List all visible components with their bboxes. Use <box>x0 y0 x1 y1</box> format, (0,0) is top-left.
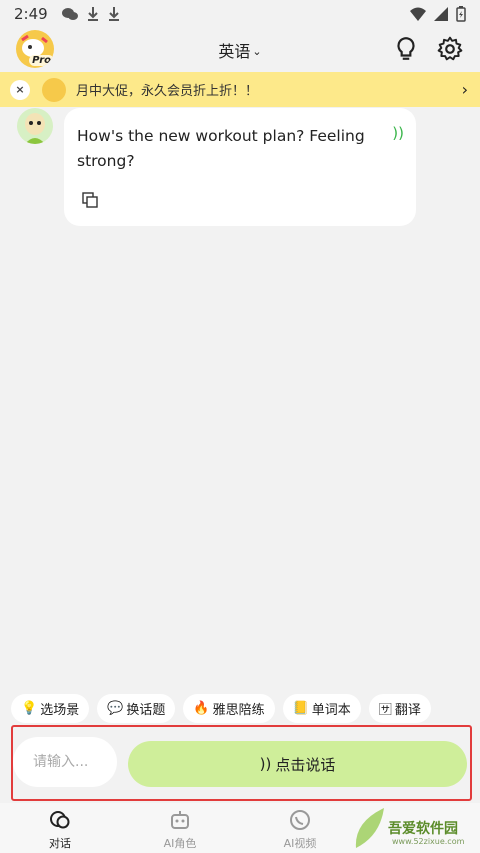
play-voice-icon[interactable]: )) <box>392 124 404 142</box>
chevron-right-icon[interactable]: › <box>462 80 468 99</box>
chip-scene[interactable]: 💡 选场景 <box>11 694 90 723</box>
header: Pro 英语 ⌄ <box>0 28 480 70</box>
character-avatar-icon <box>25 113 45 144</box>
bottom-tab-bar: 对话 AI角色 AI视频 <box>0 803 480 853</box>
speak-button[interactable]: )) 点击说话 <box>128 741 467 787</box>
chat-bubble-icon <box>50 811 70 829</box>
notebook-emoji-icon: 📒 <box>292 701 309 716</box>
sound-wave-icon: )) <box>259 755 272 773</box>
tab-ai-character[interactable]: AI角色 <box>120 803 240 853</box>
translate-icon[interactable] <box>82 192 98 208</box>
tab-chat[interactable]: 对话 <box>0 803 120 853</box>
battery-icon <box>456 6 466 22</box>
bot-avatar[interactable] <box>17 108 53 144</box>
chip-label: 雅思陪练 <box>212 703 265 718</box>
message-input[interactable] <box>13 737 117 787</box>
chip-topic[interactable]: 💬 换话题 <box>97 694 176 723</box>
tab-label: AI视频 <box>283 837 317 850</box>
download-icon <box>87 7 98 21</box>
wifi-icon <box>410 7 426 21</box>
mascot-avatar-icon <box>42 77 66 102</box>
promo-banner[interactable]: × 月中大促，永久会员折上折！！ › <box>0 72 480 107</box>
signal-icon <box>434 7 448 21</box>
status-bar: 2:49 <box>0 0 480 28</box>
quick-action-chips: 💡 选场景 💬 换话题 🔥 雅思陪练 📒 单词本 🈂 翻译 <box>11 694 471 723</box>
chevron-down-icon: ⌄ <box>252 45 262 58</box>
robot-icon <box>171 811 189 829</box>
lightbulb-emoji-icon: 💡 <box>21 701 38 716</box>
chip-label: 换话题 <box>126 703 166 718</box>
status-time: 2:49 <box>14 5 48 23</box>
chip-translate[interactable]: 🈂 翻译 <box>368 694 431 723</box>
fire-emoji-icon: 🔥 <box>193 701 210 716</box>
lightbulb-icon[interactable] <box>393 36 419 62</box>
chip-label: 翻译 <box>394 703 421 718</box>
message-text: How's the new workout plan? Feeling stro… <box>77 127 365 170</box>
chip-label: 单词本 <box>311 703 351 718</box>
tab-label: AI角色 <box>163 837 197 850</box>
chip-ielts[interactable]: 🔥 雅思陪练 <box>183 694 275 723</box>
wechat-icon <box>61 8 78 20</box>
chip-label: 选场景 <box>40 703 80 718</box>
promo-text: 月中大促，永久会员折上折！！ <box>76 84 259 99</box>
download-icon-2 <box>108 7 119 21</box>
tab-label: 对话 <box>49 837 71 850</box>
video-call-icon <box>290 810 310 830</box>
language-label: 英语 <box>218 42 251 61</box>
gear-icon[interactable] <box>437 36 463 62</box>
tab-ai-video[interactable]: AI视频 <box>240 803 360 853</box>
translate-emoji-icon: 🈂 <box>378 703 392 718</box>
tab-placeholder <box>360 803 480 853</box>
message-bubble: How's the new workout plan? Feeling stro… <box>64 108 416 226</box>
close-icon[interactable]: × <box>10 79 30 100</box>
chip-wordbook[interactable]: 📒 单词本 <box>282 694 361 723</box>
speech-emoji-icon: 💬 <box>107 701 124 716</box>
speak-button-label: 点击说话 <box>275 755 336 774</box>
